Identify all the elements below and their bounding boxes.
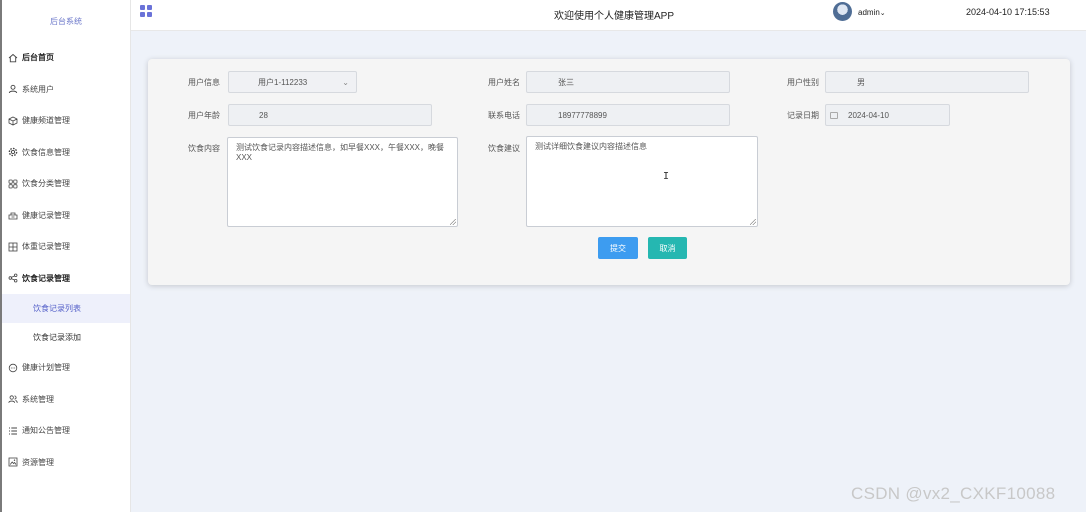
watermark: CSDN @vx2_CXKF10088 xyxy=(851,484,1056,503)
table-icon xyxy=(8,242,18,252)
sidebar-item-diet-info[interactable]: 饮食信息管理 xyxy=(2,137,130,169)
form-card: 用户信息 用户1-112233 ⌄ 用户姓名 张三 用户性别 男 用户年龄 28… xyxy=(148,59,1070,285)
avatar[interactable] xyxy=(833,2,852,21)
app-title: 欢迎使用个人健康管理APP xyxy=(554,11,675,22)
submit-button[interactable]: 提交 xyxy=(598,237,638,259)
sidebar-item-resource-manage[interactable]: 资源管理 xyxy=(2,447,130,479)
record-date-label: 记录日期 xyxy=(787,111,819,120)
record-date-picker[interactable]: 2024-04-10 xyxy=(825,104,950,126)
gender-label: 用户性别 xyxy=(787,78,819,87)
sidebar-item-system-users[interactable]: 系统用户 xyxy=(2,74,130,106)
sidebar-item-label: 健康计划管理 xyxy=(22,363,70,373)
cancel-button[interactable]: 取消 xyxy=(648,237,687,259)
chevron-down-icon: ⌄ xyxy=(879,10,886,17)
sidebar-item-health-plan[interactable]: 健康计划管理 xyxy=(2,352,130,384)
user-name-label: 用户姓名 xyxy=(488,78,520,87)
user-name-value: 张三 xyxy=(558,77,574,87)
user-info-label: 用户信息 xyxy=(188,78,220,87)
users-icon xyxy=(8,394,18,404)
user-icon xyxy=(8,84,18,94)
gender-field[interactable]: 男 xyxy=(825,71,1029,93)
diet-advice-value: 测试详细饮食建议内容描述信息 xyxy=(535,142,647,151)
user-info-select[interactable]: 用户1-112233 ⌄ xyxy=(228,71,357,93)
sidebar-item-label: 饮食记录管理 xyxy=(22,273,70,283)
home-icon xyxy=(8,53,18,63)
sidebar-item-label: 健康记录管理 xyxy=(22,210,70,220)
sidebar-item-label: 通知公告管理 xyxy=(22,426,70,436)
current-datetime: 2024-04-10 17:15:53 xyxy=(966,7,1050,17)
chevron-down-icon: ⌄ xyxy=(342,78,349,87)
resize-handle-icon[interactable] xyxy=(750,219,756,225)
username: admin xyxy=(858,8,880,17)
user-menu[interactable]: admin⌄ xyxy=(858,8,886,17)
sidebar-item-diet-category[interactable]: 饮食分类管理 xyxy=(2,168,130,200)
sidebar-item-label: 后台首页 xyxy=(22,53,54,63)
sidebar-item-label: 系统管理 xyxy=(22,394,54,404)
diet-content-textarea[interactable]: 测试饮食记录内容描述信息，如早餐XXX，午餐XXX，晚餐XXX xyxy=(227,137,458,227)
text-cursor-icon: I xyxy=(663,171,670,182)
phone-label: 联系电话 xyxy=(488,111,520,120)
sidebar-item-notice-manage[interactable]: 通知公告管理 xyxy=(2,415,130,447)
calendar-icon xyxy=(830,111,838,119)
age-field[interactable]: 28 xyxy=(228,104,432,126)
sidebar-item-weight-record[interactable]: 体重记录管理 xyxy=(2,231,130,263)
cube-icon xyxy=(8,116,18,126)
phone-field[interactable]: 18977778899 xyxy=(526,104,730,126)
user-info-value: 用户1-112233 xyxy=(258,77,308,87)
gear-icon xyxy=(8,147,18,157)
chat-icon xyxy=(8,363,18,373)
user-name-field[interactable]: 张三 xyxy=(526,71,730,93)
brand-title: 后台系统 xyxy=(50,16,82,26)
sidebar: 后台系统 后台首页 系统用户 健康频道管理 饮食信息管理 饮食分类管理 健康记录… xyxy=(0,0,131,512)
sidebar-item-label: 系统用户 xyxy=(22,84,54,94)
sidebar-item-system-manage[interactable]: 系统管理 xyxy=(2,384,130,416)
resize-handle-icon[interactable] xyxy=(450,219,456,225)
tray-icon xyxy=(8,210,18,220)
record-date-value: 2024-04-10 xyxy=(848,110,889,120)
sidebar-subitem-diet-record-list[interactable]: 饮食记录列表 xyxy=(2,294,130,323)
grid-icon xyxy=(8,179,18,189)
diet-content-value: 测试饮食记录内容描述信息，如早餐XXX，午餐XXX，晚餐XXX xyxy=(236,143,445,163)
sidebar-subitem-diet-record-add[interactable]: 饮食记录添加 xyxy=(2,323,130,352)
sidebar-item-label: 健康频道管理 xyxy=(22,116,70,126)
age-label: 用户年龄 xyxy=(188,111,220,120)
sidebar-item-label: 饮食信息管理 xyxy=(22,147,70,157)
phone-value: 18977778899 xyxy=(558,110,607,120)
diet-advice-textarea[interactable]: 测试详细饮食建议内容描述信息 xyxy=(526,136,758,227)
sidebar-item-health-channel[interactable]: 健康频道管理 xyxy=(2,105,130,137)
sidebar-item-label: 体重记录管理 xyxy=(22,242,70,252)
sidebar-item-label: 资源管理 xyxy=(22,457,54,467)
top-bar: 欢迎使用个人健康管理APP admin⌄ 2024-04-10 17:15:53 xyxy=(131,0,1086,31)
menu-toggle-icon[interactable] xyxy=(140,5,152,17)
sidebar-item-health-record[interactable]: 健康记录管理 xyxy=(2,200,130,232)
sidebar-item-label: 饮食分类管理 xyxy=(22,179,70,189)
list-icon xyxy=(8,426,18,436)
sidebar-item-diet-record[interactable]: 饮食记录管理 xyxy=(2,263,130,295)
gender-value: 男 xyxy=(857,77,865,87)
sidebar-item-home[interactable]: 后台首页 xyxy=(2,42,130,74)
diet-content-label: 饮食内容 xyxy=(188,144,220,153)
age-value: 28 xyxy=(259,110,268,120)
image-icon xyxy=(8,457,18,467)
share-icon xyxy=(8,273,18,283)
diet-advice-label: 饮食建议 xyxy=(488,144,520,153)
